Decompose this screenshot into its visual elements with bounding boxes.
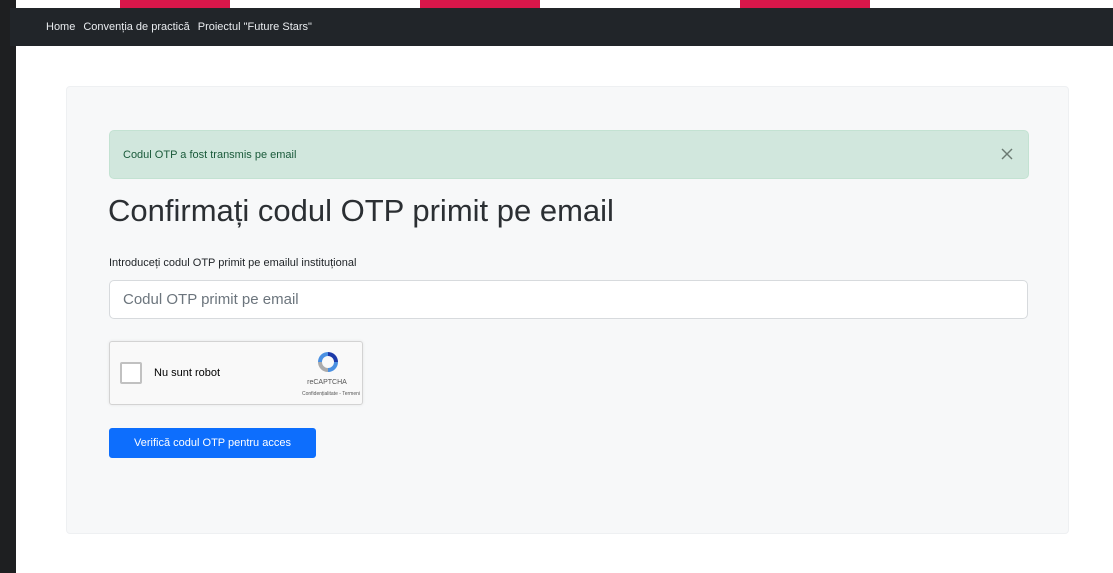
recaptcha-checkbox[interactable] bbox=[120, 362, 142, 384]
main-content: Codul OTP a fost transmis pe email Confi… bbox=[16, 46, 1113, 573]
recaptcha-label: Nu sunt robot bbox=[154, 367, 221, 379]
top-navbar: Home Convenția de practică Proiectul "Fu… bbox=[10, 8, 1113, 46]
background-stripe bbox=[420, 0, 540, 8]
background-stripe bbox=[740, 0, 870, 8]
background-stripe bbox=[120, 0, 230, 8]
verify-otp-button[interactable]: Verifică codul OTP pentru acces bbox=[109, 428, 316, 458]
alert-message: Codul OTP a fost transmis pe email bbox=[123, 148, 297, 161]
success-alert: Codul OTP a fost transmis pe email bbox=[109, 130, 1029, 179]
otp-input[interactable] bbox=[109, 280, 1028, 319]
recaptcha-logo-icon bbox=[316, 350, 340, 374]
recaptcha-widget: Nu sunt robot reCAPTCHA Confidențialitat… bbox=[109, 341, 363, 405]
nav-link-future-stars[interactable]: Proiectul "Future Stars" bbox=[198, 21, 312, 33]
close-icon[interactable] bbox=[998, 145, 1016, 163]
page-title: Confirmați codul OTP primit pe email bbox=[108, 193, 614, 228]
window-frame bbox=[0, 0, 16, 573]
recaptcha-terms-link[interactable]: Confidențialitate - Termeni bbox=[260, 391, 360, 397]
otp-field-label: Introduceți codul OTP primit pe emailul … bbox=[109, 257, 357, 269]
nav-link-conventia-de-practica[interactable]: Convenția de practică bbox=[83, 21, 189, 33]
nav-link-home[interactable]: Home bbox=[46, 21, 75, 33]
recaptcha-brand: reCAPTCHA bbox=[307, 379, 347, 386]
otp-card: Codul OTP a fost transmis pe email Confi… bbox=[66, 86, 1069, 534]
